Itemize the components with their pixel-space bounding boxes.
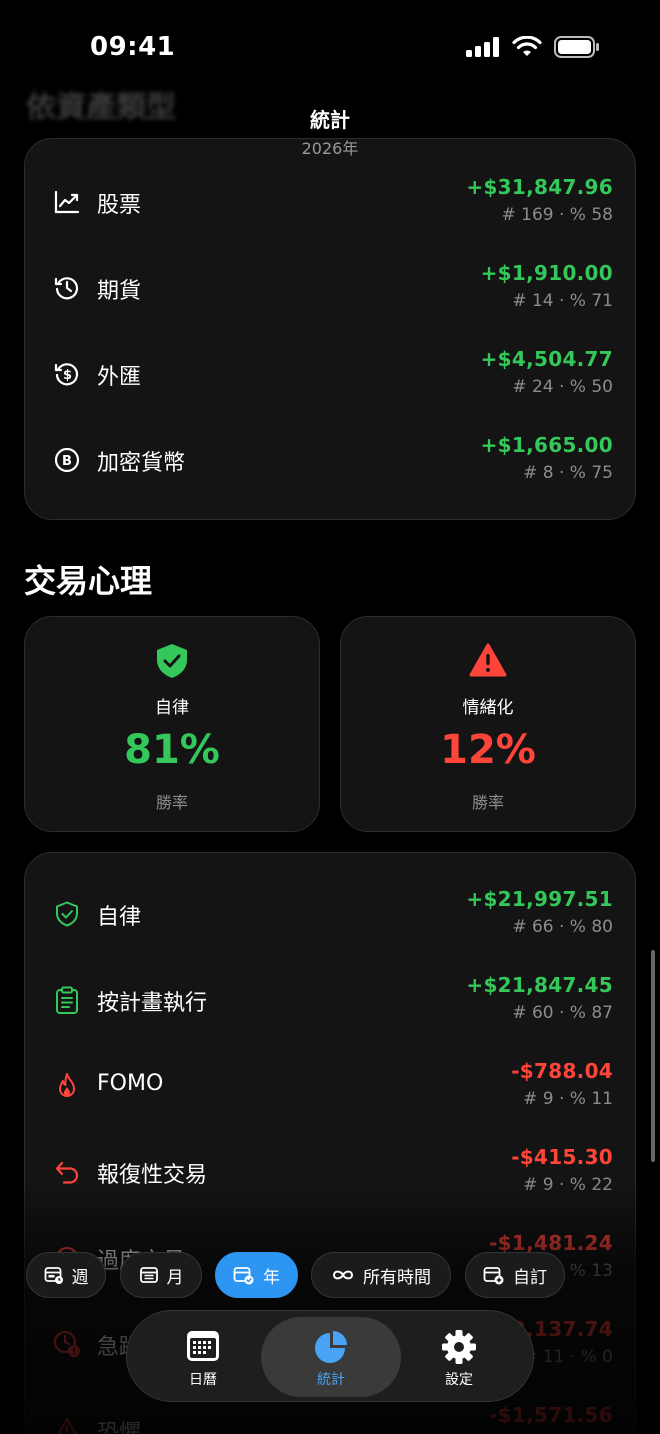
history-icon: [53, 274, 81, 302]
calendar-icon: [133, 1329, 273, 1363]
psychology-label: 報復性交易: [97, 1163, 208, 1188]
wifi-icon: [512, 36, 542, 56]
tab-label: 統計: [317, 1372, 345, 1388]
filter-label: 所有時間: [363, 1267, 431, 1288]
psychology-amount: +$21,997.51: [466, 887, 613, 911]
shield-check-icon: [25, 643, 319, 679]
shield-check-icon: [53, 900, 81, 928]
psychology-label: 恐懼: [97, 1421, 142, 1434]
psychology-amount: -$1,571.56: [489, 1403, 613, 1427]
psychology-meta: # 9 · % 22: [523, 1175, 613, 1195]
clipboard-icon: [53, 986, 81, 1014]
stat-percent: 81%: [124, 727, 220, 773]
psychology-amount: -$788.04: [511, 1059, 613, 1083]
gear-icon: [389, 1329, 529, 1365]
stat-percent: 12%: [440, 727, 536, 773]
filter-month-button[interactable]: 月: [120, 1252, 202, 1298]
psychology-label: 自律: [97, 905, 142, 930]
psychology-meta: # 9 · % 11: [523, 1089, 613, 1109]
page-title: 統計: [310, 108, 350, 132]
nav-title: 統計 2026年: [0, 104, 660, 159]
calendar-custom-icon: [483, 1267, 504, 1285]
asset-row-futures[interactable]: 期貨 +$1,910.00 # 14 · % 71: [25, 245, 635, 331]
stat-label: 自律: [155, 698, 189, 718]
infinity-icon: [332, 1270, 354, 1280]
psychology-label: 按計畫執行: [97, 991, 208, 1016]
psychology-label: FOMO: [97, 1071, 164, 1096]
page-subtitle: 2026年: [301, 139, 359, 158]
asset-type-card: 股票 +$31,847.96 # 169 · % 58 期貨 +$1,910.0…: [24, 138, 636, 520]
status-time: 09:41: [90, 32, 176, 62]
tab-calendar[interactable]: 日曆: [133, 1317, 273, 1397]
asset-meta: # 24 · % 50: [512, 377, 613, 397]
psychology-amount: -$415.30: [511, 1145, 613, 1169]
cellular-signal-icon: [466, 37, 499, 57]
pie-chart-icon: [261, 1329, 401, 1365]
psychology-row-disciplined[interactable]: 自律 +$21,997.51 # 66 · % 80: [25, 871, 635, 957]
dollar-cycle-icon: $: [53, 360, 81, 388]
filter-year-button[interactable]: 年: [215, 1252, 298, 1298]
filter-label: 年: [263, 1267, 280, 1288]
asset-meta: # 14 · % 71: [512, 291, 613, 311]
asset-label: 外匯: [97, 365, 142, 390]
asset-label: 股票: [97, 193, 142, 218]
emotional-card[interactable]: 情緒化 12% 勝率: [340, 616, 636, 832]
tab-statistics[interactable]: 統計: [261, 1317, 401, 1397]
filter-custom-button[interactable]: 自訂: [465, 1252, 565, 1298]
tab-label: 日曆: [189, 1372, 217, 1388]
battery-icon: [554, 36, 599, 58]
calendar-month-icon: [139, 1267, 158, 1283]
calendar-year-icon: [233, 1267, 254, 1285]
asset-label: 加密貨幣: [97, 451, 186, 476]
asset-row-forex[interactable]: $ 外匯 +$4,504.77 # 24 · % 50: [25, 331, 635, 417]
psychology-row-fomo[interactable]: FOMO -$788.04 # 9 · % 11: [25, 1043, 635, 1129]
filter-week-button[interactable]: 週: [26, 1252, 106, 1298]
asset-row-crypto[interactable]: B 加密貨幣 +$1,665.00 # 8 · % 75: [25, 417, 635, 503]
disciplined-card[interactable]: 自律 81% 勝率: [24, 616, 320, 832]
revenge-arrow-icon: [53, 1158, 81, 1186]
asset-amount: +$4,504.77: [480, 347, 613, 371]
stat-sub: 勝率: [155, 793, 188, 812]
status-bar: 09:41: [0, 0, 660, 96]
bitcoin-icon: B: [53, 446, 81, 474]
scrollbar[interactable]: [651, 950, 655, 1162]
asset-meta: # 169 · % 58: [501, 205, 614, 225]
clock-alert-icon: [53, 1330, 81, 1358]
asset-amount: +$1,665.00: [480, 433, 613, 457]
filter-all-time-button[interactable]: 所有時間: [311, 1252, 451, 1298]
tab-settings[interactable]: 設定: [389, 1317, 529, 1397]
psychology-row-plan[interactable]: 按計畫執行 +$21,847.45 # 60 · % 87: [25, 957, 635, 1043]
psychology-meta: # 60 · % 87: [512, 1003, 613, 1023]
psychology-row-revenge[interactable]: 報復性交易 -$415.30 # 9 · % 22: [25, 1129, 635, 1215]
calendar-week-icon: [44, 1267, 63, 1284]
svg-text:$: $: [63, 368, 72, 383]
svg-text:B: B: [62, 454, 72, 469]
flame-icon: [53, 1072, 81, 1100]
stat-sub: 勝率: [471, 793, 504, 812]
chart-line-icon: [53, 188, 81, 216]
status-icons: [466, 36, 600, 58]
warning-icon: [53, 1416, 81, 1434]
tab-label: 設定: [445, 1372, 473, 1388]
asset-meta: # 8 · % 75: [523, 463, 613, 483]
tab-bar: 日曆 統計 設定: [126, 1310, 534, 1402]
asset-amount: +$1,910.00: [480, 261, 613, 285]
psychology-meta: # 11 · % 0: [523, 1347, 613, 1367]
asset-row-stocks[interactable]: 股票 +$31,847.96 # 169 · % 58: [25, 159, 635, 245]
psychology-meta: # 66 · % 80: [512, 917, 613, 937]
section-title-psychology: 交易心理: [24, 562, 153, 600]
asset-amount: +$31,847.96: [466, 175, 613, 199]
filter-label: 自訂: [513, 1267, 547, 1288]
asset-label: 期貨: [97, 279, 142, 304]
stat-label: 情緒化: [462, 698, 514, 718]
warning-icon: [341, 643, 635, 677]
filter-label: 月: [166, 1267, 184, 1288]
psychology-amount: +$21,847.45: [466, 973, 613, 997]
filter-label: 週: [71, 1267, 89, 1288]
